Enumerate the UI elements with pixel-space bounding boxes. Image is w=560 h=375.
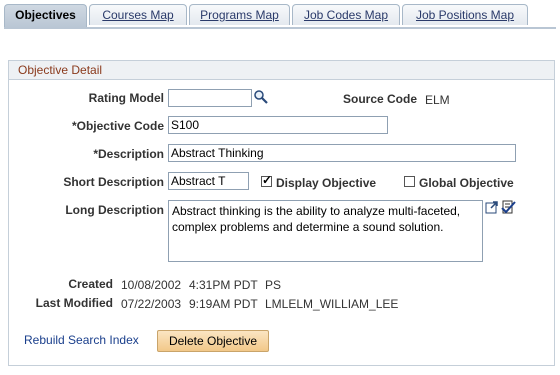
created-date: 10/08/2002: [121, 278, 182, 292]
short-description-input[interactable]: Abstract T: [168, 172, 249, 190]
short-description-label: Short Description: [63, 175, 164, 189]
expand-textarea-icon[interactable]: [485, 200, 499, 214]
description-input[interactable]: Abstract Thinking: [168, 144, 516, 162]
rating-model-label: Rating Model: [88, 91, 164, 105]
objective-code-label: *Objective Code: [71, 119, 164, 133]
delete-objective-button[interactable]: Delete Objective: [157, 330, 269, 352]
tab-bar: Objectives Courses Map Programs Map Job …: [4, 4, 556, 28]
tab-underline: [4, 27, 556, 29]
tab-programs-map[interactable]: Programs Map: [189, 4, 290, 25]
created-time: 4:31PM PDT: [189, 278, 258, 292]
last-modified-time: 9:19AM PDT: [189, 297, 258, 311]
rebuild-search-index-link[interactable]: Rebuild Search Index: [24, 333, 139, 347]
last-modified-label: Last Modified: [35, 296, 113, 310]
tab-job-positions-map[interactable]: Job Positions Map: [402, 4, 528, 25]
last-modified-user: LMLELM_WILLIAM_LEE: [265, 297, 399, 311]
created-label: Created: [68, 277, 113, 291]
tab-label: Job Positions Map: [415, 8, 515, 22]
display-objective-checkbox[interactable]: [261, 173, 272, 187]
last-modified-date: 07/22/2003: [121, 297, 182, 311]
display-objective-label: Display Objective: [276, 176, 377, 190]
source-code-label: Source Code: [342, 92, 417, 106]
lookup-search-icon[interactable]: [253, 89, 269, 105]
description-label: *Description: [93, 147, 164, 161]
long-description-textarea[interactable]: Abstract thinking is the ability to anal…: [168, 200, 483, 262]
tab-courses-map[interactable]: Courses Map: [89, 4, 187, 25]
tab-label: Programs Map: [200, 8, 279, 22]
objective-code-input[interactable]: S100: [168, 116, 388, 134]
tab-job-codes-map[interactable]: Job Codes Map: [292, 4, 400, 25]
global-objective-checkbox[interactable]: [404, 176, 415, 187]
group-title: Objective Detail: [18, 63, 103, 77]
tab-label: Objectives: [15, 8, 76, 22]
long-description-label: Long Description: [65, 203, 164, 217]
source-code-value: ELM: [425, 93, 450, 107]
tab-label: Courses Map: [102, 8, 174, 22]
rating-model-input[interactable]: [168, 89, 252, 107]
global-objective-label: Global Objective: [419, 176, 514, 190]
created-user: PS: [265, 278, 282, 292]
tab-label: Job Codes Map: [303, 8, 389, 22]
spellcheck-icon[interactable]: [500, 199, 516, 215]
tab-objectives[interactable]: Objectives: [4, 4, 87, 28]
